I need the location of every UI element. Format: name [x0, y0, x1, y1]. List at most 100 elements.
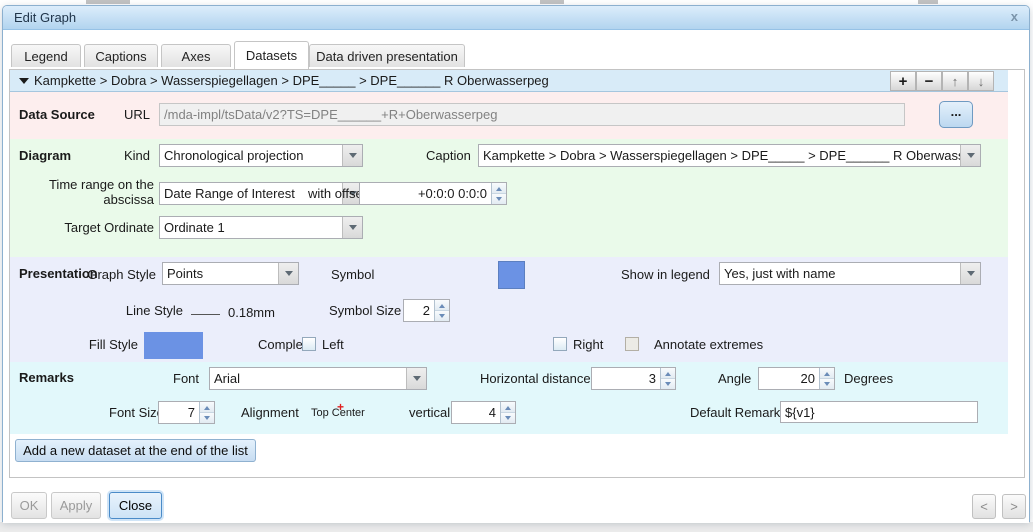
- tab-axes[interactable]: Axes: [161, 44, 231, 67]
- tab-datasets[interactable]: Datasets: [234, 41, 309, 69]
- angle-value: 20: [800, 371, 815, 386]
- close-button[interactable]: Close: [109, 492, 162, 519]
- spin-up-icon[interactable]: [200, 402, 214, 412]
- caption-select[interactable]: Kampkette > Dobra > Wasserspiegellagen >…: [478, 144, 981, 167]
- tab-captions-label: Captions: [95, 48, 147, 64]
- presentation-section: Presentation Graph Style Points Symbol S…: [10, 257, 1008, 362]
- screen: Edit Graph x Legend Captions Axes Datase…: [0, 0, 1033, 532]
- symbol-size-label: Symbol Size: [329, 303, 402, 318]
- alignment-control[interactable]: Top Center +: [311, 400, 365, 419]
- apply-button[interactable]: Apply: [51, 492, 101, 519]
- background-page-area: [0, 522, 1033, 532]
- remove-dataset-button[interactable]: −: [916, 71, 942, 91]
- kind-select[interactable]: Chronological projection: [159, 144, 363, 167]
- move-up-icon[interactable]: ↑: [942, 71, 968, 91]
- add-dataset-button[interactable]: +: [890, 71, 916, 91]
- spin-up-icon[interactable]: [501, 402, 515, 412]
- chevron-down-icon[interactable]: [406, 368, 426, 389]
- font-size-label: Font Size: [109, 405, 164, 420]
- ok-button[interactable]: OK: [11, 492, 47, 519]
- default-remark-input[interactable]: ${v1}: [780, 401, 978, 423]
- tab-data-driven-presentation[interactable]: Data driven presentation: [309, 44, 465, 67]
- move-down-icon[interactable]: ↓: [968, 71, 994, 91]
- datasets-panel: Kampkette > Dobra > Wasserspiegellagen >…: [9, 69, 1025, 478]
- chevron-down-icon[interactable]: [960, 263, 980, 284]
- graph-style-select[interactable]: Points: [162, 262, 299, 285]
- tab-axes-label: Axes: [181, 48, 211, 64]
- tab-data-driven-presentation-label: Data driven presentation: [316, 48, 458, 64]
- font-value: Arial: [214, 371, 241, 386]
- spin-up-icon[interactable]: [820, 368, 834, 378]
- fill-style-swatch[interactable]: [144, 332, 203, 359]
- font-size-value: 7: [187, 405, 195, 420]
- time-range-label-line1: Time range on the: [48, 177, 154, 192]
- dataset-breadcrumb: Kampkette > Dobra > Wasserspiegellagen >…: [34, 73, 549, 88]
- offset-label: with offset: [308, 186, 367, 201]
- target-ordinate-select[interactable]: Ordinate 1: [159, 216, 363, 239]
- chevron-down-icon[interactable]: [278, 263, 298, 284]
- spin-down-icon[interactable]: [492, 193, 506, 204]
- caption-value: Kampkette > Dobra > Wasserspiegellagen >…: [483, 148, 960, 163]
- symbol-size-spinner[interactable]: 2: [403, 299, 450, 322]
- tab-captions[interactable]: Captions: [84, 44, 158, 67]
- remarks-section: Remarks Font Arial Horizontal distance 3…: [10, 362, 1008, 434]
- target-ordinate-label: Target Ordinate: [64, 220, 154, 235]
- tab-legend-label: Legend: [24, 48, 68, 64]
- background-page-fragment: [86, 0, 130, 4]
- data-source-section: Data Source URL /mda-impl/tsData/v2?TS=D…: [10, 92, 1008, 139]
- prev-page-button[interactable]: <: [972, 494, 996, 519]
- offset-spinner[interactable]: +0:0:0 0:0:0: [359, 182, 507, 205]
- collapse-icon[interactable]: [19, 78, 29, 84]
- chevron-down-icon[interactable]: [342, 145, 362, 166]
- default-remark-label: Default Remark: [690, 405, 781, 420]
- spin-down-icon[interactable]: [661, 378, 675, 389]
- angle-spinner[interactable]: 20: [758, 367, 835, 390]
- time-range-label-line2: abscissa: [103, 192, 154, 207]
- annotate-extremes-checkbox[interactable]: [625, 337, 639, 351]
- chevron-down-icon[interactable]: [960, 145, 980, 166]
- spin-up-icon[interactable]: [661, 368, 675, 378]
- font-select[interactable]: Arial: [209, 367, 427, 390]
- symbol-color-swatch[interactable]: [498, 261, 525, 289]
- spin-up-icon[interactable]: [435, 300, 449, 310]
- fill-style-label: Fill Style: [88, 337, 138, 352]
- show-in-legend-value: Yes, just with name: [724, 266, 836, 281]
- offset-value: +0:0:0 0:0:0: [417, 186, 487, 201]
- caption-label: Caption: [426, 148, 471, 163]
- data-source-section-label: Data Source: [19, 107, 95, 122]
- show-in-legend-select[interactable]: Yes, just with name: [719, 262, 981, 285]
- alignment-marker-icon: +: [337, 400, 345, 414]
- add-new-dataset-button[interactable]: Add a new dataset at the end of the list: [15, 439, 256, 462]
- remarks-section-label: Remarks: [19, 370, 74, 385]
- close-icon[interactable]: x: [1011, 9, 1018, 24]
- url-input[interactable]: /mda-impl/tsData/v2?TS=DPE______+R+Oberw…: [159, 103, 905, 126]
- dataset-header[interactable]: Kampkette > Dobra > Wasserspiegellagen >…: [10, 70, 1008, 92]
- vertical-value: 4: [488, 405, 496, 420]
- line-style-label: Line Style: [125, 303, 183, 318]
- horizontal-distance-spinner[interactable]: 3: [591, 367, 676, 390]
- line-style-preview[interactable]: [191, 314, 220, 315]
- kind-label: Kind: [124, 148, 151, 163]
- left-checkbox[interactable]: [302, 337, 316, 351]
- dialog-title: Edit Graph: [14, 10, 77, 25]
- spin-up-icon[interactable]: [492, 183, 506, 193]
- next-page-button[interactable]: >: [1002, 494, 1026, 519]
- alignment-label: Alignment: [241, 405, 299, 420]
- right-checkbox[interactable]: [553, 337, 567, 351]
- font-size-spinner[interactable]: 7: [158, 401, 215, 424]
- horizontal-distance-value: 3: [648, 371, 656, 386]
- symbol-label: Symbol: [331, 267, 375, 282]
- spin-down-icon[interactable]: [501, 412, 515, 423]
- spin-down-icon[interactable]: [435, 310, 449, 321]
- spin-down-icon[interactable]: [820, 378, 834, 389]
- diagram-section: Diagram Kind Chronological projection Ca…: [10, 139, 1008, 257]
- left-label: Left: [322, 337, 344, 352]
- spin-down-icon[interactable]: [200, 412, 214, 423]
- symbol-size-value: 2: [422, 303, 430, 318]
- vertical-spinner[interactable]: 4: [451, 401, 516, 424]
- chevron-down-icon[interactable]: [342, 217, 362, 238]
- tab-legend[interactable]: Legend: [11, 44, 81, 67]
- diagram-section-label: Diagram: [19, 148, 72, 163]
- degrees-label: Degrees: [844, 371, 894, 386]
- browse-url-button[interactable]: ...: [939, 101, 973, 128]
